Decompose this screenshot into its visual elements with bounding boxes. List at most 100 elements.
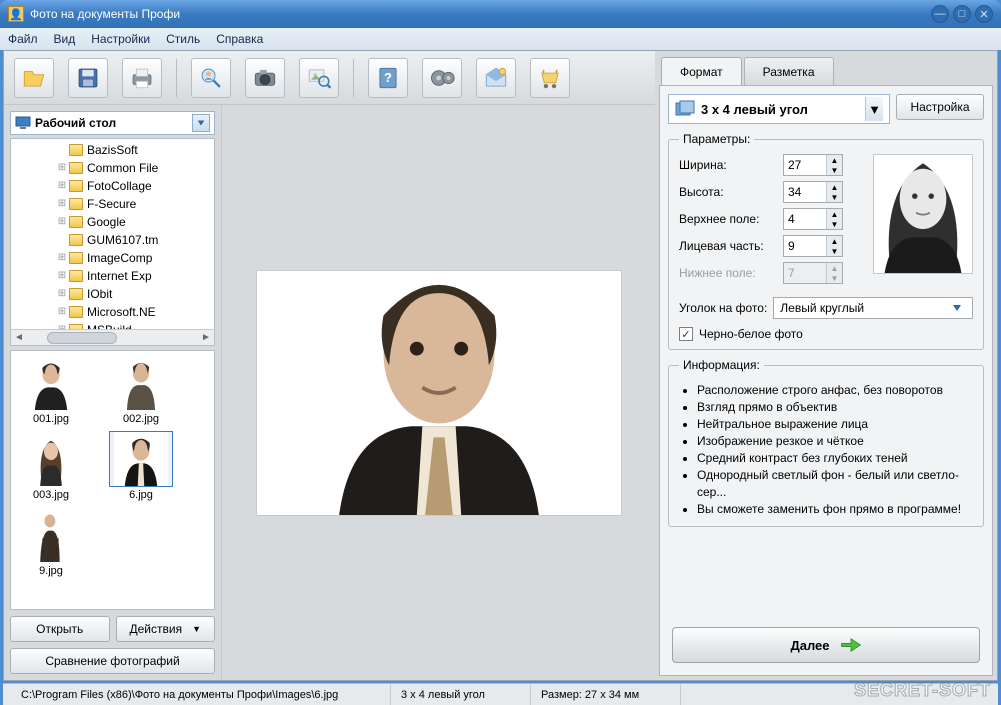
help-icon[interactable]: ? (368, 58, 408, 98)
width-stepper[interactable]: 27▲▼ (783, 154, 843, 176)
next-button[interactable]: Далее (672, 627, 980, 663)
bw-checkbox[interactable]: ✓Черно-белое фото (679, 327, 973, 341)
thumbnail-grid: 001.jpg 002.jpg 003.jpg 6.jpg 9.jpg (10, 350, 215, 610)
monitor-icon (15, 116, 31, 130)
svg-text:?: ? (384, 70, 392, 85)
save-icon[interactable] (68, 58, 108, 98)
status-path: C:\Program Files (x86)\Фото на документы… (11, 684, 391, 705)
info-item: Взгляд прямо в объектив (697, 399, 973, 416)
corner-label: Уголок на фото: (679, 301, 767, 315)
tree-item[interactable]: ⊞FotoCollage (57, 177, 214, 195)
thumbnail-caption: 003.jpg (33, 489, 69, 501)
thumbnail-caption: 001.jpg (33, 413, 69, 425)
info-item: Расположение строго анфас, без поворотов (697, 382, 973, 399)
info-item: Нейтральное выражение лица (697, 416, 973, 433)
left-pane: Рабочий стол BazisSoft⊞Common File⊞FotoC… (4, 105, 222, 680)
top-stepper[interactable]: 4▲▼ (783, 208, 843, 230)
thumbnail[interactable]: 001.jpg (15, 355, 87, 425)
tab-layout[interactable]: Разметка (744, 57, 834, 85)
face-stepper[interactable]: 9▲▼ (783, 235, 843, 257)
menu-help[interactable]: Справка (216, 32, 263, 46)
actions-button[interactable]: Действия▼ (116, 616, 216, 642)
folder-icon (69, 288, 83, 300)
folder-icon (69, 162, 83, 174)
sample-preview (873, 154, 973, 274)
info-item: Изображение резкое и чёткое (697, 433, 973, 450)
chevron-down-icon[interactable] (192, 114, 210, 132)
titlebar: 👤 Фото на документы Профи ― □ ✕ (0, 0, 1001, 28)
tree-item[interactable]: ⊞IObit (57, 285, 214, 303)
location-combo[interactable]: Рабочий стол (10, 111, 215, 135)
zoom-user-icon[interactable] (191, 58, 231, 98)
thumbnail[interactable]: 6.jpg (105, 431, 177, 501)
menu-view[interactable]: Вид (54, 32, 76, 46)
statusbar: C:\Program Files (x86)\Фото на документы… (3, 683, 998, 705)
open-button[interactable]: Открыть (10, 616, 110, 642)
folder-icon (69, 270, 83, 282)
preset-icon (675, 100, 695, 118)
info-item: Вы сможете заменить фон прямо в программ… (697, 501, 973, 518)
chevron-down-icon[interactable] (948, 299, 966, 317)
right-pane: Формат Разметка 3 x 4 левый угол ▼ Настр… (655, 51, 997, 680)
camera-icon[interactable] (245, 58, 285, 98)
tree-item[interactable]: ⊞Google (57, 213, 214, 231)
chevron-down-icon[interactable]: ▼ (865, 97, 883, 121)
scroll-left-icon[interactable]: ◄ (11, 331, 27, 345)
folder-icon (69, 306, 83, 318)
minimize-button[interactable]: ― (931, 5, 949, 23)
folder-tree[interactable]: BazisSoft⊞Common File⊞FotoCollage⊞F-Secu… (10, 138, 215, 346)
tree-item[interactable]: ⊞F-Secure (57, 195, 214, 213)
info-item: Средний контраст без глубоких теней (697, 450, 973, 467)
tree-item[interactable]: ⊞Microsoft.NE (57, 303, 214, 321)
height-stepper[interactable]: 34▲▼ (783, 181, 843, 203)
preview-area (222, 105, 655, 680)
folder-icon (69, 180, 83, 192)
folder-icon (69, 234, 83, 246)
menu-settings[interactable]: Настройки (91, 32, 150, 46)
preset-combo[interactable]: 3 x 4 левый угол ▼ (668, 94, 890, 124)
scroll-thumb[interactable] (47, 332, 117, 344)
corner-select[interactable]: Левый круглый (773, 297, 973, 319)
app-icon: 👤 (8, 6, 24, 22)
tree-item[interactable]: GUM6107.tm (57, 231, 214, 249)
folder-icon (69, 144, 83, 156)
window-title: Фото на документы Профи (30, 7, 931, 21)
status-preset: 3 x 4 левый угол (391, 684, 531, 705)
info-item: Однородный светлый фон - белый или светл… (697, 467, 973, 501)
parameters-legend: Параметры: (679, 132, 754, 146)
status-size: Размер: 27 x 34 мм (531, 684, 681, 705)
thumbnail-caption: 6.jpg (129, 489, 153, 501)
location-value: Рабочий стол (35, 116, 116, 130)
bottom-stepper: 7▲▼ (783, 262, 843, 284)
info-fieldset: Информация: Расположение строго анфас, б… (668, 358, 984, 527)
compare-button[interactable]: Сравнение фотографий (10, 648, 215, 674)
info-list: Расположение строго анфас, без поворотов… (679, 382, 973, 518)
thumbnail-caption: 002.jpg (123, 413, 159, 425)
cart-icon[interactable] (530, 58, 570, 98)
find-photo-icon[interactable] (299, 58, 339, 98)
scroll-right-icon[interactable]: ► (198, 331, 214, 345)
preset-value: 3 x 4 левый угол (701, 102, 808, 117)
menu-file[interactable]: Файл (8, 32, 38, 46)
open-icon[interactable] (14, 58, 54, 98)
main-preview (257, 271, 621, 515)
close-button[interactable]: ✕ (975, 5, 993, 23)
menubar: Файл Вид Настройки Стиль Справка (0, 28, 1001, 50)
tab-format[interactable]: Формат (661, 57, 742, 85)
maximize-button[interactable]: □ (953, 5, 971, 23)
tree-item[interactable]: ⊞Common File (57, 159, 214, 177)
thumbnail[interactable]: 002.jpg (105, 355, 177, 425)
wizard-icon[interactable] (476, 58, 516, 98)
print-icon[interactable] (122, 58, 162, 98)
menu-style[interactable]: Стиль (166, 32, 200, 46)
video-icon[interactable] (422, 58, 462, 98)
thumbnail[interactable]: 003.jpg (15, 431, 87, 501)
thumbnail[interactable]: 9.jpg (15, 507, 87, 577)
tree-item[interactable]: ⊞ImageComp (57, 249, 214, 267)
tree-scrollbar[interactable]: ◄ ► (11, 329, 214, 345)
folder-icon (69, 198, 83, 210)
arrow-right-icon (840, 634, 862, 656)
config-button[interactable]: Настройка (896, 94, 984, 120)
tree-item[interactable]: BazisSoft (57, 141, 214, 159)
tree-item[interactable]: ⊞Internet Exp (57, 267, 214, 285)
